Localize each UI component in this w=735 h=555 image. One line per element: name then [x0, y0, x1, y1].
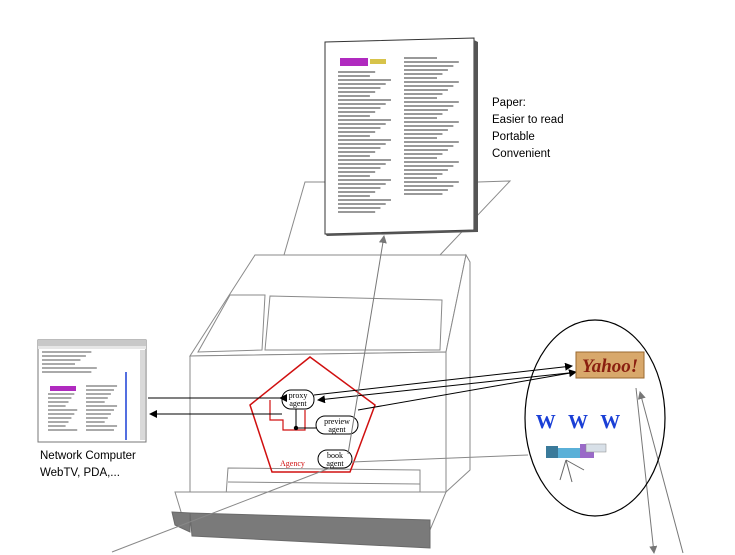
yahoo-logo: Yahoo! [575, 351, 645, 379]
printer-panel-right [264, 295, 443, 351]
printer-base-shadow [171, 511, 191, 533]
www-cloud: Yahoo! W W W [524, 319, 666, 517]
diagram-canvas: Agency proxy agent preview agent book ag… [0, 0, 735, 555]
printer-panel-left [197, 294, 266, 353]
agency-label: Agency [280, 459, 305, 468]
proxy-agent-sublabel: agent [289, 399, 307, 408]
paper-document [324, 37, 478, 236]
printer [171, 180, 512, 549]
paper-caption-line-2: Portable [492, 131, 535, 143]
yahoo-logo-text: Yahoo! [582, 356, 638, 377]
www-label: W W W [536, 411, 625, 433]
web-cluster-icon [546, 443, 607, 483]
network-caption: Network Computer WebTV, PDA,... [40, 448, 136, 482]
book-agent[interactable]: book agent [317, 449, 353, 469]
paper-caption-title: Paper: [492, 97, 526, 109]
network-caption-line-2: WebTV, PDA,... [40, 467, 120, 479]
book-agent-sublabel: agent [326, 459, 344, 468]
network-caption-line-1: Network Computer [40, 450, 136, 462]
line-web-down-2 [637, 391, 684, 554]
line-web-down-1 [635, 387, 658, 554]
network-computer-screen [37, 339, 147, 443]
proxy-agent[interactable]: proxy agent [281, 389, 315, 410]
paper-caption-line-3: Convenient [492, 148, 551, 160]
paper-caption-line-1: Easier to read [492, 114, 564, 126]
paper-caption: Paper: Easier to read Portable Convenien… [492, 95, 564, 163]
preview-agent-sublabel: agent [328, 425, 346, 434]
